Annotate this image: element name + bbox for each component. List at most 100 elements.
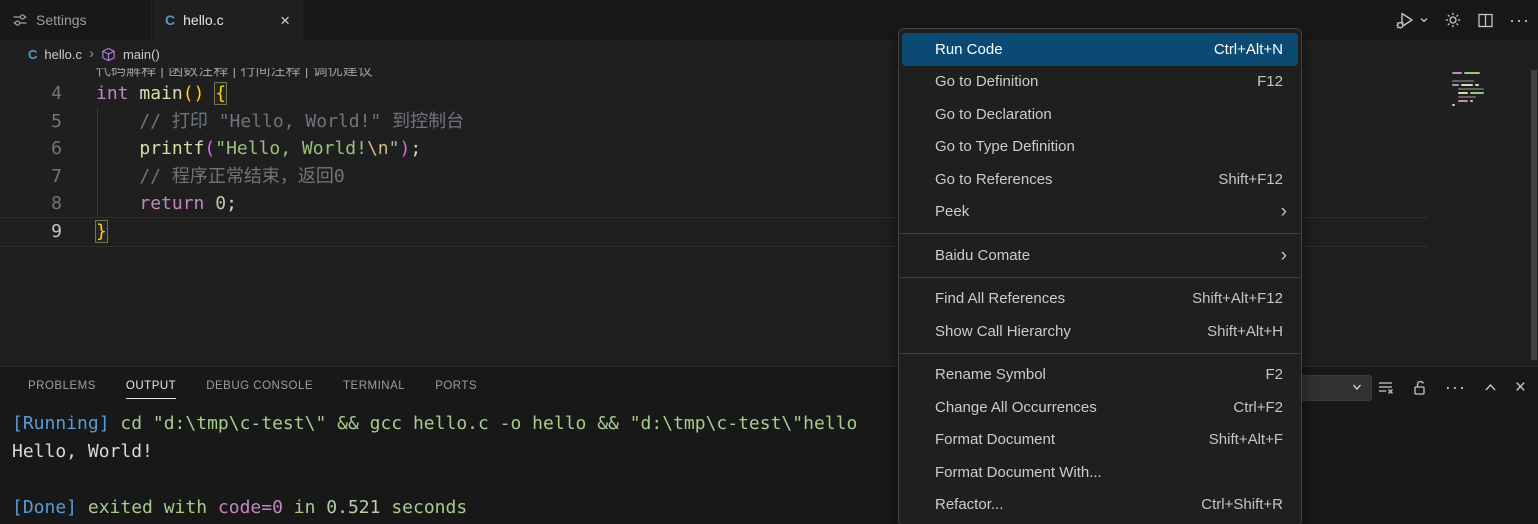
menu-item-format-document[interactable]: Format DocumentShift+Alt+F: [902, 424, 1298, 457]
minimap-segment: [1461, 84, 1473, 86]
menu-item-rename-symbol[interactable]: Rename SymbolF2: [902, 359, 1298, 392]
menu-item-keybinding: F12: [1257, 73, 1283, 90]
output-line-4: [Done] exited with code=0 in 0.521 secon…: [12, 494, 467, 522]
more-actions-icon[interactable]: ···: [1509, 10, 1530, 31]
settings-sliders-icon: [12, 12, 28, 28]
minimap-segment: [1452, 72, 1462, 74]
menu-item-go-to-type-definition[interactable]: Go to Type Definition: [902, 131, 1298, 164]
breadcrumb: C hello.c › main(): [0, 40, 1538, 68]
minimap-row: [1452, 80, 1528, 82]
code-token: [Running]: [12, 413, 120, 434]
menu-item-keybinding: F2: [1265, 366, 1283, 383]
minimap[interactable]: [1452, 72, 1528, 108]
output-line-2: Hello, World!: [12, 438, 153, 466]
menu-item-peek[interactable]: Peek›: [902, 196, 1298, 229]
menu-item-label: Baidu Comate: [935, 247, 1281, 264]
menu-item-baidu-comate[interactable]: Baidu Comate›: [902, 239, 1298, 272]
code-token: printf: [139, 138, 204, 159]
code-line-7[interactable]: // 程序正常结束，返回0: [96, 163, 345, 191]
code-line-8[interactable]: return 0;: [96, 190, 237, 218]
breadcrumb-symbol[interactable]: main(): [123, 47, 160, 62]
code-token: [96, 193, 139, 214]
gear-icon[interactable]: [1444, 11, 1462, 29]
menu-separator: [900, 233, 1300, 234]
code-line-6[interactable]: printf("Hello, World!\n");: [96, 135, 421, 163]
c-file-icon: C: [28, 47, 37, 62]
clear-output-icon[interactable]: [1377, 379, 1394, 396]
close-icon[interactable]: ×: [1515, 378, 1526, 397]
code-token: 0: [215, 193, 226, 214]
menu-item-label: Find All References: [935, 290, 1192, 307]
breadcrumb-file[interactable]: hello.c: [44, 47, 82, 62]
menu-item-go-to-declaration[interactable]: Go to Declaration: [902, 98, 1298, 131]
code-token: [Done]: [12, 497, 88, 518]
menu-item-label: Go to References: [935, 171, 1218, 188]
code-token: return: [139, 193, 204, 214]
code-token: // 程序正常结束，返回0: [139, 166, 344, 187]
minimap-segment: [1458, 92, 1468, 94]
menu-item-label: Format Document: [935, 431, 1209, 448]
minimap-segment: [1475, 84, 1479, 86]
minimap-segment: [1464, 72, 1480, 74]
code-token: }: [96, 221, 107, 242]
code-token: [129, 83, 140, 104]
line-number: 9: [0, 218, 62, 246]
vscode-window: Settings C hello.c ×: [0, 0, 1538, 524]
panel-tab-debug-console[interactable]: DEBUG CONSOLE: [206, 373, 313, 399]
tab-settings[interactable]: Settings: [0, 0, 152, 40]
context-menu: Run CodeCtrl+Alt+NGo to DefinitionF12 Go …: [898, 28, 1302, 524]
menu-item-label: Go to Type Definition: [935, 138, 1283, 155]
editor-scrollbar[interactable]: [1531, 70, 1537, 360]
code-token: in: [283, 497, 326, 518]
menu-item-find-all-references[interactable]: Find All ReferencesShift+Alt+F12: [902, 283, 1298, 316]
code-token: cd "d:\tmp\c-test\" && gcc hello.c -o he…: [120, 413, 857, 434]
submenu-arrow-icon: ›: [1281, 246, 1287, 265]
panel-tab-ports[interactable]: PORTS: [435, 373, 477, 399]
tab-hello-c[interactable]: C hello.c ×: [153, 0, 303, 40]
run-or-debug-button[interactable]: [1395, 9, 1429, 31]
code-token: ;: [410, 138, 421, 159]
menu-item-keybinding: Ctrl+F2: [1233, 399, 1283, 416]
code-token: int: [96, 83, 129, 104]
unlock-icon[interactable]: [1411, 379, 1428, 396]
menu-item-format-document-with[interactable]: Format Document With...: [902, 456, 1298, 489]
menu-separator: [900, 277, 1300, 278]
close-tab-icon[interactable]: ×: [280, 12, 290, 29]
menu-item-label: Change All Occurrences: [935, 399, 1233, 416]
symbol-cube-icon: [101, 47, 116, 62]
menu-item-run-code[interactable]: Run CodeCtrl+Alt+N: [902, 33, 1298, 66]
menu-separator: [900, 353, 1300, 354]
code-token: 0.521: [326, 497, 380, 518]
bottom-panel: PROBLEMS OUTPUT DEBUG CONSOLE TERMINAL PORTS…: [0, 366, 1538, 524]
menu-item-refactor[interactable]: Refactor...Ctrl+Shift+R: [902, 489, 1298, 522]
menu-item-go-to-definition[interactable]: Go to DefinitionF12: [902, 66, 1298, 99]
minimap-segment: [1470, 92, 1484, 94]
panel-tab-terminal[interactable]: TERMINAL: [343, 373, 405, 399]
minimap-row: [1452, 88, 1528, 90]
code-token: main: [139, 83, 182, 104]
more-actions-icon[interactable]: ···: [1445, 377, 1466, 398]
code-line-4[interactable]: int main() {: [96, 80, 226, 108]
code-line-5[interactable]: // 打印 "Hello, World!" 到控制台: [96, 108, 464, 136]
menu-item-label: Show Call Hierarchy: [935, 323, 1207, 340]
panel-tab-bar: PROBLEMS OUTPUT DEBUG CONSOLE TERMINAL PORTS: [28, 373, 477, 399]
chevron-up-icon[interactable]: [1483, 380, 1498, 395]
code-token: [96, 111, 139, 132]
panel-tab-output[interactable]: OUTPUT: [126, 373, 176, 399]
minimap-segment: [1458, 96, 1476, 98]
tab-settings-label: Settings: [36, 12, 87, 28]
menu-item-go-to-references[interactable]: Go to ReferencesShift+F12: [902, 163, 1298, 196]
minimap-segment: [1470, 100, 1473, 102]
code-editor[interactable]: 代码解释 | 函数注释 | 行间注释 | 调优建议 456789 int mai…: [0, 68, 1538, 366]
menu-item-show-call-hierarchy[interactable]: Show Call HierarchyShift+Alt+H: [902, 315, 1298, 348]
panel-tab-problems[interactable]: PROBLEMS: [28, 373, 96, 399]
codelens-actions[interactable]: 代码解释 | 函数注释 | 行间注释 | 调优建议: [96, 68, 373, 80]
line-number: 8: [0, 190, 62, 218]
menu-item-change-all-occurrences[interactable]: Change All OccurrencesCtrl+F2: [902, 391, 1298, 424]
menu-item-label: Go to Declaration: [935, 106, 1283, 123]
menu-item-keybinding: Shift+Alt+F12: [1192, 290, 1283, 307]
code-line-9[interactable]: }: [96, 218, 107, 246]
chevron-down-icon: [1419, 15, 1429, 25]
minimap-row: [1452, 96, 1528, 98]
split-editor-icon[interactable]: [1477, 12, 1494, 29]
